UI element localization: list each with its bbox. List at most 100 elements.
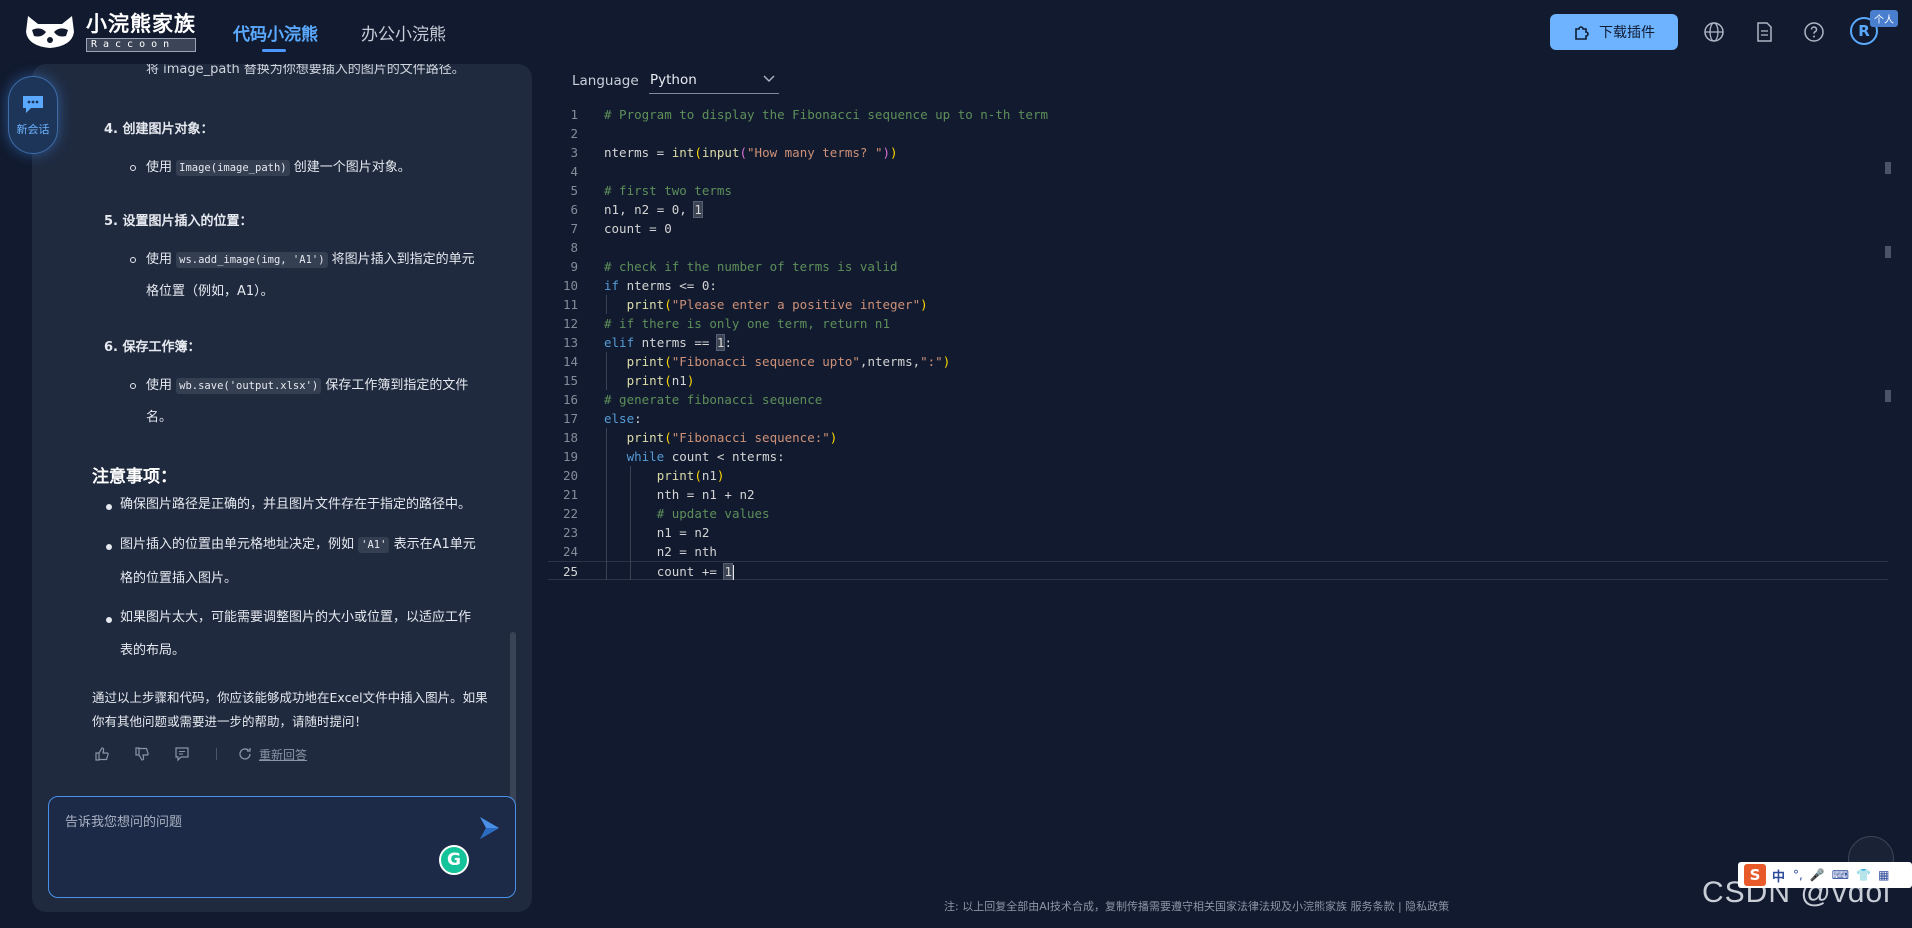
line-number: 7 <box>570 221 578 236</box>
line-number: 9 <box>570 259 578 274</box>
code-line[interactable]: 8 <box>548 238 1888 257</box>
code-line[interactable]: 5 # first two terms <box>548 181 1888 200</box>
code-text: nterms = int(input("How many terms? ")) <box>604 145 898 160</box>
language-label: Language <box>572 73 639 89</box>
download-plugin-button[interactable]: 下载插件 <box>1550 14 1678 50</box>
ruler-mark <box>1885 246 1891 258</box>
code-line[interactable]: 25 count += 1 <box>548 561 1888 580</box>
line-number: 17 <box>562 411 578 426</box>
code-text: n2 = nth <box>656 544 717 559</box>
code-line[interactable]: 6 n1, n2 = 0, 1 <box>548 200 1888 219</box>
ime-toolbar[interactable]: S 中 °, 🎤 ⌨ 👕 ▦ <box>1738 862 1912 888</box>
code-text: n1 = n2 <box>656 525 710 540</box>
code-line[interactable]: 4 <box>548 162 1888 181</box>
line-number: 15 <box>562 373 578 388</box>
code-line[interactable]: 10 if nterms <= 0: <box>548 276 1888 295</box>
send-icon[interactable] <box>477 815 501 841</box>
list-bullet <box>130 165 136 171</box>
code-text: # Program to display the Fibonacci seque… <box>604 107 1049 122</box>
code-line[interactable]: 1 # Program to display the Fibonacci sequ… <box>548 105 1888 124</box>
tab-office-raccoon[interactable]: 办公小浣熊 <box>361 20 446 45</box>
code-line[interactable]: 20 print(n1) <box>548 466 1888 485</box>
step-4-title: 4. 创建图片对象： <box>104 122 214 137</box>
privacy-link[interactable]: 隐私政策 <box>1405 900 1449 913</box>
overview-ruler[interactable] <box>1885 100 1891 620</box>
grid-icon: ▦ <box>1878 868 1890 882</box>
code-line[interactable]: 22 # update values <box>548 504 1888 523</box>
code-text: # first two terms <box>604 183 732 198</box>
footer-disclaimer: 注: 以上回复全部由AI技术合成，复制传播需要遵守相关国家法律法规及小浣熊家族 … <box>944 900 1450 913</box>
code-text: # check if the number of terms is valid <box>604 259 898 274</box>
code-line[interactable]: 12 # if there is only one term, return n1 <box>548 314 1888 333</box>
code-line[interactable]: 21 nth = n1 + n2 <box>548 485 1888 504</box>
skin-icon: 👕 <box>1856 868 1872 882</box>
terms-link[interactable]: 服务条款 <box>1350 900 1394 913</box>
code-text: count += 1 <box>656 563 734 580</box>
code-line[interactable]: 16 # generate fibonacci sequence <box>548 390 1888 409</box>
note-item: 确保图片路径是正确的，并且图片文件存在于指定的路径中。 <box>120 497 472 512</box>
code-line[interactable]: 19 while count < nterms: <box>548 447 1888 466</box>
chat-panel: 将 image_path 替换为你想要插入的图片的文件路径。 4. 创建图片对象… <box>32 64 532 912</box>
code-text: # update values <box>656 506 770 521</box>
thumbs-up-icon[interactable] <box>94 746 110 762</box>
new-chat-label: 新会话 <box>16 123 50 136</box>
globe-icon[interactable] <box>1703 21 1725 43</box>
line-number: 1 <box>570 107 578 122</box>
step-4-detail: 使用 Image(image_path) 创建一个图片对象。 <box>146 160 411 176</box>
code-line[interactable]: 2 <box>548 124 1888 143</box>
code-line[interactable]: 23 n1 = n2 <box>548 523 1888 542</box>
message-actions: 重新回答 <box>94 744 307 764</box>
code-line[interactable]: 18 print("Fibonacci sequence:") <box>548 428 1888 447</box>
code-text: n1, n2 = 0, 1 <box>604 201 703 218</box>
ruler-mark <box>1885 390 1891 402</box>
punctuation-icon: °, <box>1793 868 1803 882</box>
code-line[interactable]: 13 elif nterms == 1: <box>548 333 1888 352</box>
line-number: 18 <box>562 430 578 445</box>
code-line[interactable]: 3 nterms = int(input("How many terms? ")) <box>548 143 1888 162</box>
line-number: 25 <box>562 564 578 579</box>
code-line[interactable]: 14 print("Fibonacci sequence upto",nterm… <box>548 352 1888 371</box>
code-line[interactable]: 7 count = 0 <box>548 219 1888 238</box>
refresh-icon[interactable] <box>237 746 253 762</box>
code-text: nth = n1 + n2 <box>656 487 755 502</box>
line-number: 14 <box>562 354 578 369</box>
code-line[interactable]: 15 print(n1) <box>548 371 1888 390</box>
tab-code-raccoon[interactable]: 代码小浣熊 <box>233 20 318 45</box>
line-number: 16 <box>562 392 578 407</box>
thumbs-down-icon[interactable] <box>134 746 150 762</box>
code-text: print("Please enter a positive integer") <box>626 297 928 312</box>
language-select[interactable]: Python <box>649 66 779 94</box>
code-line[interactable]: 9 # check if the number of terms is valid <box>548 257 1888 276</box>
inline-code: wb.save('output.xlsx') <box>176 378 322 394</box>
code-text: print(n1) <box>626 373 695 388</box>
comment-icon[interactable] <box>174 746 190 762</box>
chat-input[interactable] <box>65 811 445 851</box>
keyboard-icon: ⌨ <box>1831 868 1850 882</box>
indent-guide <box>630 466 631 580</box>
help-icon[interactable] <box>1803 21 1825 43</box>
brand-subtitle: Raccoon <box>86 38 196 52</box>
code-text: print("Fibonacci sequence:") <box>626 430 838 445</box>
line-number: 6 <box>570 202 578 217</box>
document-icon[interactable] <box>1753 21 1775 43</box>
brand-logo[interactable]: 小浣熊家族 Raccoon <box>22 12 196 52</box>
sogou-logo-icon: S <box>1744 864 1766 886</box>
line-number: 19 <box>562 449 578 464</box>
code-line[interactable]: 17 else: <box>548 409 1888 428</box>
code-line[interactable]: 24 n2 = nth <box>548 542 1888 561</box>
microphone-icon: 🎤 <box>1809 868 1825 882</box>
regenerate-button[interactable]: 重新回答 <box>259 746 307 763</box>
code-line[interactable]: 11 print("Please enter a positive intege… <box>548 295 1888 314</box>
new-chat-button[interactable]: 新会话 <box>8 76 58 154</box>
line-number: 10 <box>562 278 578 293</box>
brand-name: 小浣熊家族 <box>86 12 196 36</box>
code-editor[interactable]: 1 # Program to display the Fibonacci sequ… <box>548 105 1890 585</box>
list-bullet <box>106 544 112 550</box>
ime-mode: 中 <box>1772 869 1786 885</box>
grammarly-icon[interactable]: G <box>439 845 469 875</box>
line-number: 8 <box>570 240 578 255</box>
line-number: 23 <box>562 525 578 540</box>
code-text: else: <box>604 411 642 426</box>
line-number: 22 <box>562 506 578 521</box>
indent-guide <box>606 295 607 314</box>
